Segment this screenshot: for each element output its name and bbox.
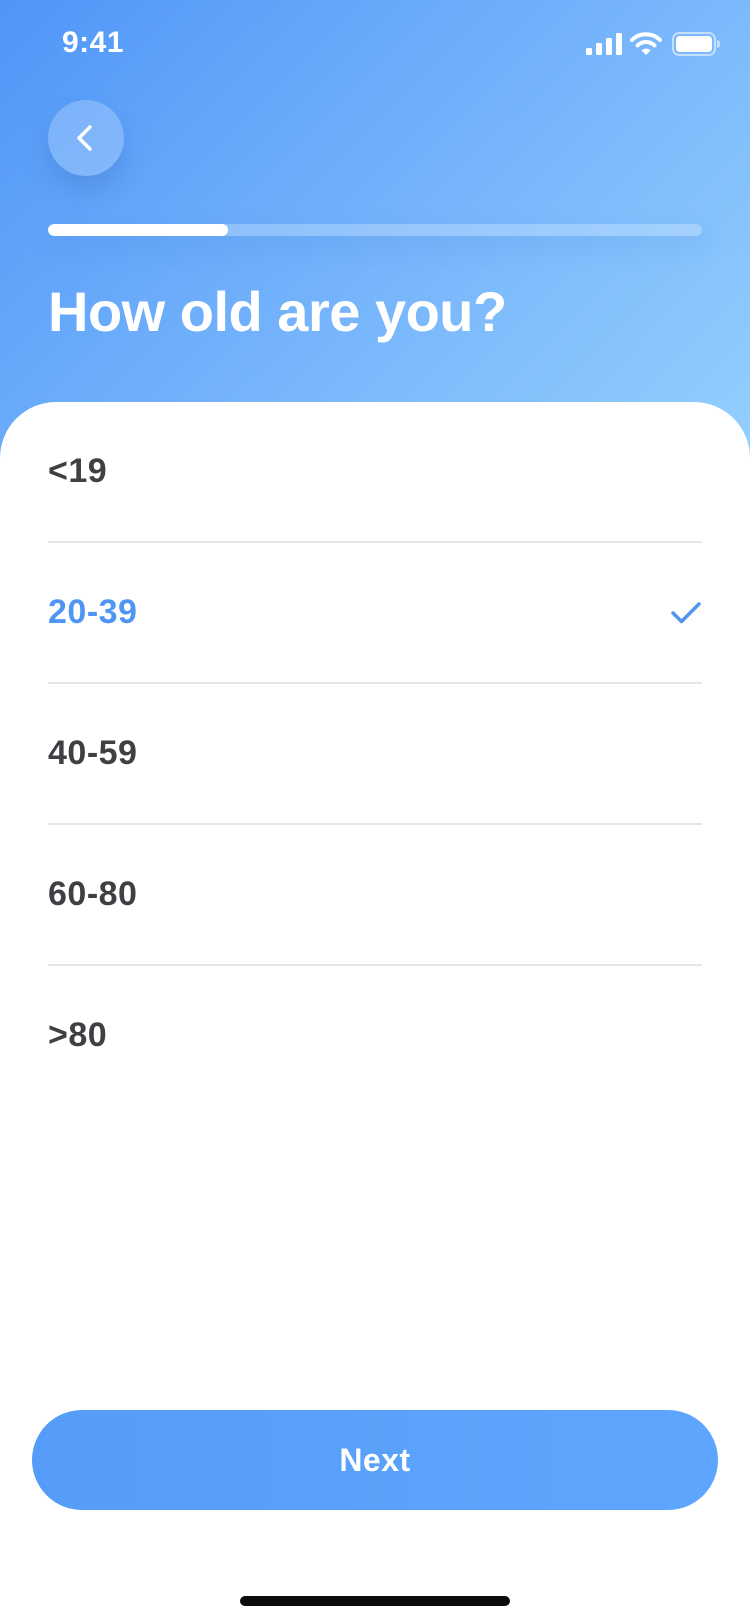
- status-bar: 9:41: [0, 0, 750, 90]
- age-options-list: <19 20-39 40-59 60-80 >80: [48, 402, 702, 1105]
- age-option-under-19[interactable]: <19: [48, 402, 702, 543]
- age-option-60-80[interactable]: 60-80: [48, 825, 702, 966]
- progress-fill: [48, 224, 228, 236]
- wifi-icon: [630, 32, 662, 55]
- checkmark-icon: [671, 601, 701, 623]
- age-option-20-39[interactable]: 20-39: [48, 543, 702, 684]
- chevron-left-icon: [77, 125, 92, 151]
- option-label: >80: [48, 1016, 108, 1054]
- option-label: <19: [48, 452, 108, 490]
- home-indicator: [240, 1596, 510, 1606]
- option-label: 60-80: [48, 875, 138, 913]
- page-title: How old are you?: [48, 280, 507, 343]
- battery-icon: [672, 32, 720, 56]
- progress-bar: [48, 224, 702, 236]
- age-option-40-59[interactable]: 40-59: [48, 684, 702, 825]
- cellular-signal-icon: [586, 33, 622, 55]
- next-button[interactable]: Next: [32, 1410, 718, 1510]
- status-time: 9:41: [62, 26, 125, 59]
- option-label: 20-39: [48, 593, 138, 631]
- status-icons: [586, 31, 720, 57]
- age-option-over-80[interactable]: >80: [48, 966, 702, 1105]
- option-label: 40-59: [48, 734, 138, 772]
- back-button[interactable]: [48, 100, 124, 176]
